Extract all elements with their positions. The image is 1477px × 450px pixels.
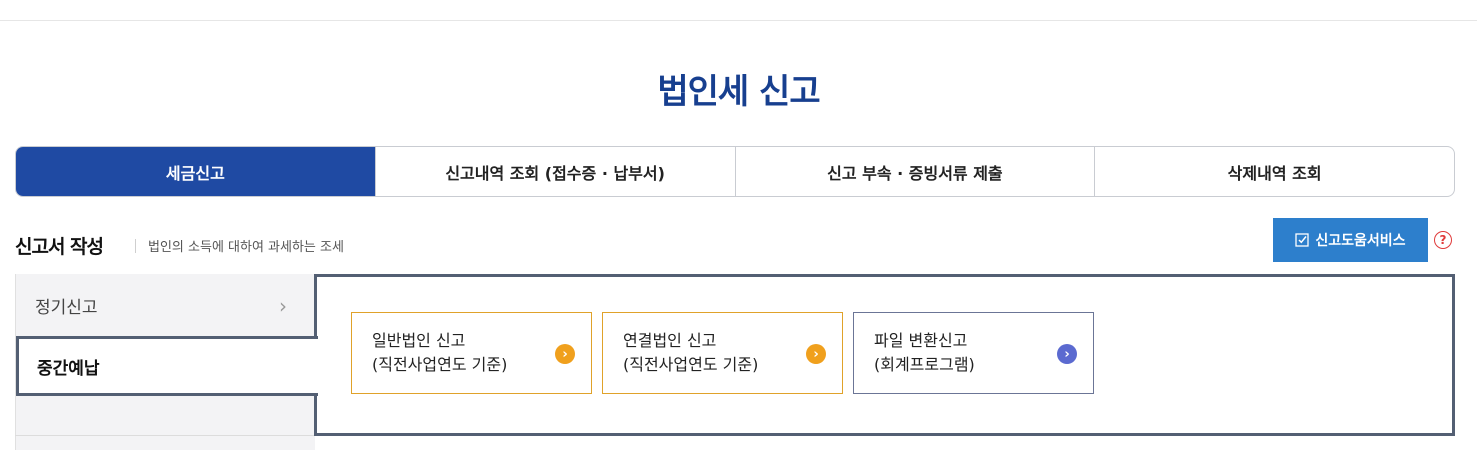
help-service-label: 신고도움서비스	[1315, 233, 1406, 249]
section-separator	[135, 238, 137, 253]
side-menu-item-regular-filing[interactable]: 정기신고 ›	[15, 274, 315, 336]
side-menu-item-interim-prepayment[interactable]: 중간예납	[16, 336, 318, 396]
section-title: 신고서 작성	[15, 236, 104, 258]
tab-attachment-submit[interactable]: 신고 부속 · 증빙서류 제출	[734, 147, 1095, 196]
general-corporation-filing-card[interactable]: 일반법인 신고 (직전사업연도 기준) ›	[351, 312, 592, 394]
question-icon[interactable]: ?	[1434, 231, 1452, 249]
tab-filing-history[interactable]: 신고내역 조회 (접수증 · 납부서)	[374, 147, 735, 196]
arrow-right-icon: ›	[555, 344, 575, 364]
section-description: 법인의 소득에 대하여 과세하는 조세	[148, 240, 344, 255]
file-conversion-filing-card[interactable]: 파일 변환신고 (회계프로그램) ›	[853, 312, 1094, 394]
arrow-right-icon: ›	[806, 344, 826, 364]
checkbox-icon	[1295, 233, 1310, 247]
page-title: 법인세 신고	[657, 72, 820, 112]
tab-tax-filing[interactable]: 세금신고	[16, 147, 375, 196]
arrow-right-icon: ›	[1057, 344, 1077, 364]
consolidated-corporation-filing-card[interactable]: 연결법인 신고 (직전사업연도 기준) ›	[602, 312, 843, 394]
chevron-right-icon: ›	[279, 294, 287, 318]
side-menu-item-label: 정기신고	[35, 297, 98, 318]
top-divider	[0, 20, 1477, 21]
side-menu-bottom-border	[15, 435, 315, 436]
section-header: 신고서 작성 법인의 소득에 대하여 과세하는 조세	[15, 232, 344, 259]
help-service-button[interactable]: 신고도움서비스	[1273, 218, 1428, 262]
tab-deleted-history[interactable]: 삭제내역 조회	[1094, 147, 1454, 196]
side-menu-item-label: 중간예납	[37, 358, 100, 379]
tab-bar: 세금신고 신고내역 조회 (접수증 · 납부서) 신고 부속 · 증빙서류 제출…	[15, 146, 1455, 197]
